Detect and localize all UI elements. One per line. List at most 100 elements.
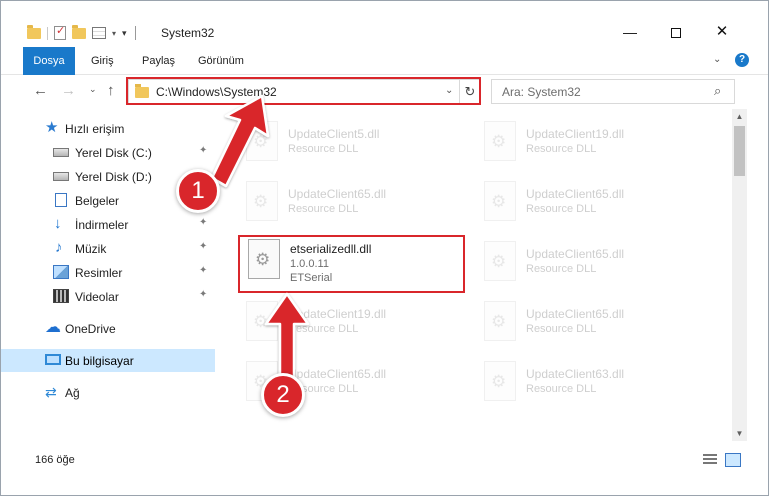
sidebar-item-local-disk-c[interactable]: Yerel Disk (C:) ✦	[1, 141, 215, 164]
address-bar[interactable]: C:\Windows\System32 ⌄ ↻	[128, 79, 480, 104]
sidebar-item-label: Ağ	[65, 386, 80, 400]
close-button[interactable]: ✕	[699, 17, 745, 47]
file-name: UpdateClient19.dll	[526, 127, 625, 141]
file-name: UpdateClient5.dll	[288, 127, 380, 141]
window-title: System32	[161, 26, 215, 40]
file-description: Resource DLL	[288, 143, 359, 155]
sidebar-item-this-pc[interactable]: Bu bilgisayar	[1, 349, 215, 372]
file-description: Resource DLL	[526, 383, 597, 395]
sidebar-item-label: Müzik	[75, 242, 107, 256]
file-name: UpdateClient63.dll	[526, 367, 625, 381]
new-folder-icon[interactable]	[72, 24, 86, 39]
file-description: Resource DLL	[288, 323, 359, 335]
properties-check-icon[interactable]	[54, 24, 66, 40]
dll-file-icon	[246, 181, 278, 221]
sidebar-item-label: Resimler	[75, 266, 123, 280]
tab-view[interactable]: Görünüm	[198, 47, 244, 75]
toolbar-divider	[47, 26, 48, 40]
list-item[interactable]: UpdateClient5.dll Resource DLL	[238, 117, 463, 179]
navigation-pane: ★ Hızlı erişim Yerel Disk (C:) ✦ Yerel D…	[1, 109, 215, 441]
list-item[interactable]: UpdateClient19.dll Resource DLL	[238, 297, 463, 359]
tiles-view-icon[interactable]	[725, 453, 741, 467]
up-arrow-icon[interactable]: ↑	[107, 82, 115, 99]
quick-access-toolbar: ▾ ▾	[27, 24, 136, 42]
documents-icon	[55, 193, 67, 207]
search-placeholder: Ara: System32	[502, 85, 581, 99]
vertical-scrollbar[interactable]: ▲ ▼	[732, 109, 747, 441]
expand-ribbon-icon[interactable]: ⌄	[713, 54, 721, 65]
dll-file-icon	[484, 181, 516, 221]
list-item[interactable]: UpdateClient65.dll Resource DLL	[238, 177, 463, 239]
sidebar-item-network[interactable]: ⇄ Ağ	[1, 381, 215, 404]
details-view-icon[interactable]	[703, 454, 717, 466]
sidebar-item-onedrive[interactable]: ☁ OneDrive	[1, 317, 215, 340]
pin-icon[interactable]: ✦	[199, 265, 207, 276]
dll-file-icon	[484, 301, 516, 341]
item-count: 166 öğe	[35, 454, 75, 466]
dll-file-icon	[484, 241, 516, 281]
pin-icon[interactable]: ✦	[199, 145, 207, 156]
tab-home[interactable]: Giriş	[91, 47, 114, 75]
help-icon[interactable]: ?	[735, 53, 749, 67]
star-icon: ★	[45, 119, 59, 136]
pin-icon[interactable]: ✦	[199, 241, 207, 252]
title-bar: ▾ ▾ System32 — ✕	[1, 1, 768, 47]
file-name: UpdateClient19.dll	[288, 307, 387, 321]
recent-locations-icon[interactable]: ⌄	[89, 84, 97, 95]
sidebar-item-videos[interactable]: Videolar ✦	[1, 285, 215, 308]
list-item[interactable]: UpdateClient63.dll Resource DLL	[476, 357, 701, 419]
list-item[interactable]: UpdateClient65.dll Resource DLL	[476, 237, 701, 299]
dll-file-icon	[246, 301, 278, 341]
list-item[interactable]: UpdateClient65.dll Resource DLL	[476, 177, 701, 239]
computer-icon	[45, 354, 61, 365]
downloads-icon: ↓	[54, 215, 62, 232]
file-description: Resource DLL	[526, 143, 597, 155]
file-description: Resource DLL	[526, 203, 597, 215]
list-item[interactable]: UpdateClient65.dll Resource DLL	[476, 297, 701, 359]
file-name: UpdateClient65.dll	[526, 307, 625, 321]
customize-toolbar-icon[interactable]: ▾	[122, 28, 127, 39]
videos-icon	[53, 289, 69, 303]
search-box[interactable]: Ara: System32 ⌕	[491, 79, 735, 104]
sidebar-item-downloads[interactable]: ↓ İndirmeler ✦	[1, 213, 215, 236]
step-1-badge: 1	[176, 169, 220, 213]
dll-file-icon	[248, 239, 280, 279]
cloud-icon: ☁	[45, 319, 61, 336]
step-2-badge: 2	[261, 373, 305, 417]
drive-icon	[53, 172, 69, 181]
file-name: etserializedll.dll	[290, 242, 372, 256]
title-divider	[134, 26, 136, 40]
back-arrow-icon[interactable]: ←	[33, 82, 48, 99]
forward-arrow-icon[interactable]: →	[61, 82, 76, 99]
list-item-etserializedll[interactable]: etserializedll.dll 1.0.0.11 ETSerial	[240, 237, 465, 299]
sidebar-item-label: OneDrive	[65, 322, 116, 336]
list-item[interactable]: UpdateClient19.dll Resource DLL	[476, 117, 701, 179]
properties-icon[interactable]	[92, 27, 106, 39]
drive-icon	[53, 148, 69, 157]
file-name: UpdateClient65.dll	[288, 367, 387, 381]
pictures-icon	[53, 265, 69, 279]
sidebar-item-quick-access[interactable]: ★ Hızlı erişim	[1, 117, 215, 140]
status-bar: 166 öğe	[1, 449, 768, 471]
file-description: Resource DLL	[526, 323, 597, 335]
dll-file-icon	[246, 121, 278, 161]
file-description: Resource DLL	[526, 263, 597, 275]
chevron-down-icon[interactable]: ⌄	[445, 85, 453, 96]
search-icon[interactable]: ⌕	[714, 83, 721, 99]
sidebar-item-music[interactable]: ♪ Müzik ✦	[1, 237, 215, 260]
sidebar-item-label: Hızlı erişim	[65, 122, 125, 136]
minimize-button[interactable]: —	[607, 17, 653, 47]
pin-icon[interactable]: ✦	[199, 217, 207, 228]
qat-dropdown-icon[interactable]: ▾	[112, 29, 116, 38]
file-description: Resource DLL	[288, 203, 359, 215]
scroll-thumb[interactable]	[734, 126, 745, 176]
scroll-down-icon[interactable]: ▼	[732, 426, 747, 441]
tab-file[interactable]: Dosya	[23, 47, 75, 75]
pin-icon[interactable]: ✦	[199, 289, 207, 300]
refresh-icon[interactable]: ↻	[459, 80, 480, 103]
maximize-button[interactable]	[653, 17, 699, 47]
address-path[interactable]: C:\Windows\System32	[156, 85, 277, 99]
scroll-up-icon[interactable]: ▲	[732, 109, 747, 124]
sidebar-item-pictures[interactable]: Resimler ✦	[1, 261, 215, 284]
tab-share[interactable]: Paylaş	[142, 47, 175, 75]
